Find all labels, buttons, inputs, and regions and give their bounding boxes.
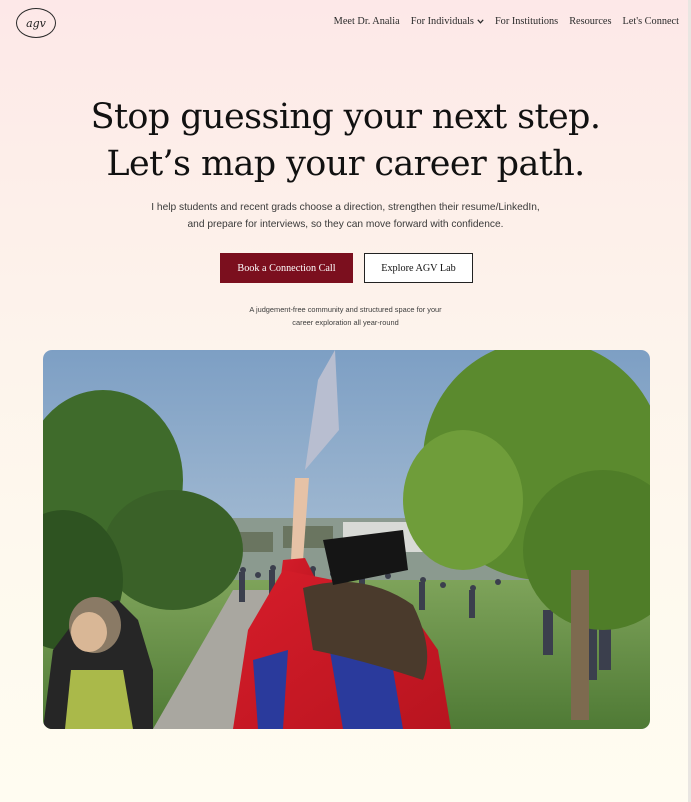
- nav-lets-connect[interactable]: Let's Connect: [623, 16, 679, 27]
- hero-image: [43, 350, 650, 729]
- nav-label: Let's Connect: [622, 16, 679, 27]
- hero-headline: Stop guessing your next step. Let’s map …: [0, 94, 691, 188]
- nav-meet-dr-analia[interactable]: Meet Dr. Analia: [334, 16, 400, 27]
- hero-subtext: I help students and recent grads choose …: [0, 200, 691, 233]
- subtext-line-1: I help students and recent grads choose …: [151, 202, 540, 213]
- chevron-down-icon: [477, 19, 484, 24]
- community-note: A judgement-free community and structure…: [0, 304, 691, 329]
- main-nav: Meet Dr. Analia For Individuals For Inst…: [334, 16, 679, 27]
- graduation-photo: [43, 350, 650, 729]
- explore-agv-lab-button[interactable]: Explore AGV Lab: [364, 253, 473, 283]
- nav-label: For Individuals: [410, 16, 474, 27]
- headline-line-1: Stop guessing your next step.: [90, 97, 601, 137]
- nav-for-individuals[interactable]: For Individuals: [411, 16, 484, 27]
- book-connection-call-button[interactable]: Book a Connection Call: [220, 253, 353, 283]
- nav-label: For Institutions: [494, 16, 559, 27]
- nav-resources[interactable]: Resources: [569, 16, 611, 27]
- headline-line-2: Let’s map your career path.: [106, 144, 585, 184]
- nav-label: Resources: [569, 16, 612, 27]
- nav-for-institutions[interactable]: For Institutions: [495, 16, 558, 27]
- subtext-line-2: and prepare for interviews, so they can …: [187, 218, 504, 230]
- note-line-2: career exploration all year-round: [292, 317, 399, 327]
- nav-label: Meet Dr. Analia: [333, 16, 400, 27]
- site-logo[interactable]: agv: [16, 8, 56, 38]
- note-line-1: A judgement-free community and structure…: [249, 305, 442, 314]
- logo-text: agv: [26, 16, 46, 30]
